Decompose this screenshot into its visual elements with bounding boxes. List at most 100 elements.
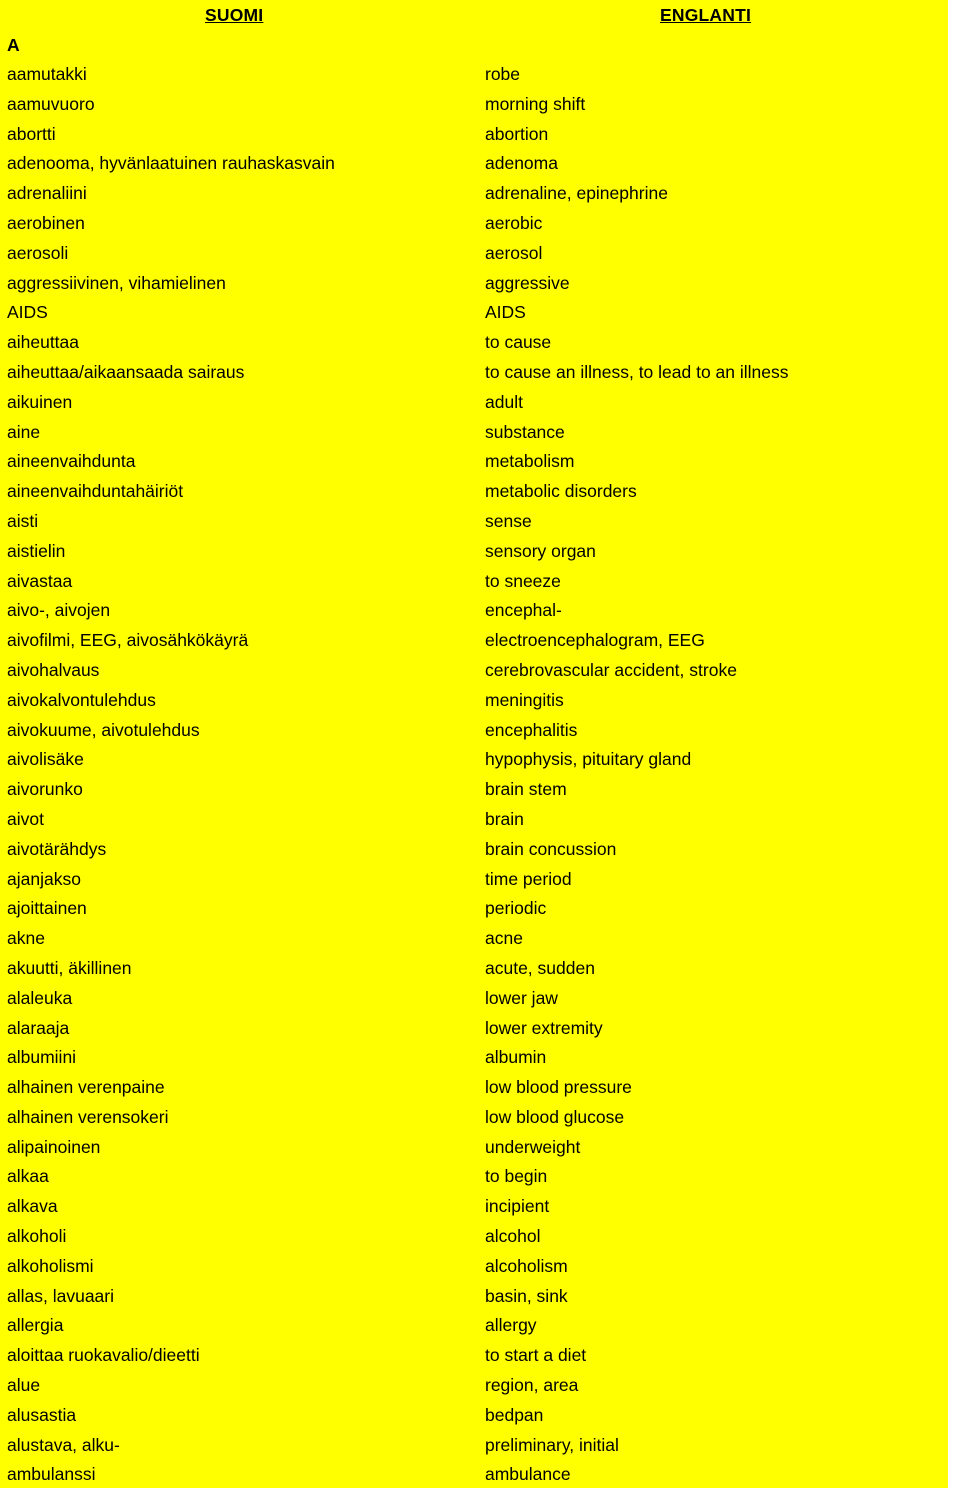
entry-term-english: AIDS xyxy=(485,302,526,323)
glossary-entry-row: aggressiivinen, vihamielinen aggressive xyxy=(0,269,948,299)
entry-term-english: to cause an illness, to lead to an illne… xyxy=(485,361,789,382)
glossary-entry-row: aivokuume, aivotulehdus encephalitis xyxy=(0,716,948,746)
entry-term-finnish: aiheuttaa/aikaansaada sairaus xyxy=(7,361,245,382)
column-header-suomi: SUOMI xyxy=(205,5,264,25)
entry-term-english: albumin xyxy=(485,1047,547,1068)
entry-term-english: ambulance xyxy=(485,1464,571,1485)
entry-term-finnish: alaleuka xyxy=(7,987,73,1008)
entry-term-finnish: aggressiivinen, vihamielinen xyxy=(7,272,226,293)
glossary-entry-row: ambulanssi ambulance xyxy=(0,1460,948,1490)
entry-term-english: incipient xyxy=(485,1196,550,1217)
glossary-entry-row: aerosoli aerosol xyxy=(0,239,948,269)
entry-term-finnish: ambulanssi xyxy=(7,1464,96,1485)
entry-term-english: periodic xyxy=(485,898,547,919)
entry-term-finnish: alkaa xyxy=(7,1166,49,1187)
glossary-entry-row: adenooma, hyvänlaatuinen rauhaskasvain ad… xyxy=(0,149,948,179)
entry-term-finnish: alustava, alku- xyxy=(7,1434,120,1455)
entry-term-finnish: aivolisäke xyxy=(7,749,84,770)
entry-term-finnish: alaraaja xyxy=(7,1017,70,1038)
glossary-entry-row: akne acne xyxy=(0,924,948,954)
glossary-entry-row: alhainen verensokeri low blood glucose xyxy=(0,1103,948,1133)
entry-term-finnish: alipainoinen xyxy=(7,1136,101,1157)
entry-term-finnish: aivorunko xyxy=(7,779,83,800)
entry-term-english: region, area xyxy=(485,1375,579,1396)
entry-term-finnish: aineenvaihdunta xyxy=(7,451,136,472)
entry-term-finnish: adrenaliini xyxy=(7,183,87,204)
glossary-entry-row: ajanjakso time period xyxy=(0,865,948,895)
entry-term-finnish: alue xyxy=(7,1375,41,1396)
entry-term-finnish: ajoittainen xyxy=(7,898,87,919)
entry-term-english: alcohol xyxy=(485,1226,541,1247)
entry-term-finnish: aikuinen xyxy=(7,391,73,412)
glossary-entry-row: alkoholismi alcoholism xyxy=(0,1252,948,1282)
glossary-entry-row: alusastia bedpan xyxy=(0,1401,948,1431)
section-letter-label: A xyxy=(7,35,20,55)
entry-term-english: basin, sink xyxy=(485,1285,568,1306)
glossary-entry-row: aivot brain xyxy=(0,805,948,835)
entry-term-finnish: aivotärähdys xyxy=(7,838,107,859)
entry-term-finnish: alkoholi xyxy=(7,1226,67,1247)
entry-term-finnish: aloittaa ruokavalio/dieetti xyxy=(7,1345,200,1366)
glossary-entry-row: alaleuka lower jaw xyxy=(0,984,948,1014)
entry-term-english: morning shift xyxy=(485,93,586,114)
entry-term-english: alcoholism xyxy=(485,1255,568,1276)
entry-term-english: lower extremity xyxy=(485,1017,603,1038)
entry-term-english: encephalitis xyxy=(485,719,578,740)
entry-term-finnish: allergia xyxy=(7,1315,64,1336)
glossary-entry-row: aikuinen adult xyxy=(0,388,948,418)
entry-term-english: to sneeze xyxy=(485,570,561,591)
entry-term-finnish: aiheuttaa xyxy=(7,332,80,353)
entry-term-english: lower jaw xyxy=(485,987,558,1008)
entry-term-english: meningitis xyxy=(485,689,564,710)
glossary-entry-row: akuutti, äkillinen acute, sudden xyxy=(0,954,948,984)
glossary-entry-row: alipainoinen underweight xyxy=(0,1133,948,1163)
entry-term-english: substance xyxy=(485,421,565,442)
entry-term-english: sense xyxy=(485,510,532,531)
entry-term-finnish: alhainen verenpaine xyxy=(7,1077,165,1098)
entry-term-english: adenoma xyxy=(485,153,558,174)
glossary-entry-row: aiheuttaa to cause xyxy=(0,328,948,358)
glossary-entry-row: alkaa to begin xyxy=(0,1162,948,1192)
entry-term-english: adrenaline, epinephrine xyxy=(485,183,668,204)
entry-term-finnish: aerobinen xyxy=(7,212,85,233)
entry-term-english: robe xyxy=(485,64,521,84)
entry-term-english: adult xyxy=(485,391,523,412)
glossary-entry-row: aamuvuoro morning shift xyxy=(0,90,948,120)
entry-term-finnish: AIDS xyxy=(7,302,48,323)
entry-term-english: preliminary, initial xyxy=(485,1434,619,1455)
entry-term-english: electroencephalogram, EEG xyxy=(485,630,705,651)
entry-term-english: abortion xyxy=(485,123,549,144)
glossary-entry-row: aistielin sensory organ xyxy=(0,537,948,567)
glossary-entry-row: aivorunko brain stem xyxy=(0,775,948,805)
entry-term-finnish: akuutti, äkillinen xyxy=(7,957,132,978)
entry-term-english: metabolic disorders xyxy=(485,481,637,502)
entry-term-english: low blood pressure xyxy=(485,1077,632,1098)
entry-term-finnish: albumiini xyxy=(7,1047,77,1068)
glossary-page: SUOMI ENGLANTI A aamutakki robe aamuvuoro m… xyxy=(0,0,948,1488)
entry-term-finnish: abortti xyxy=(7,123,56,144)
glossary-entry-row: albumiini albumin xyxy=(0,1043,948,1073)
entry-term-finnish: akne xyxy=(7,928,45,949)
glossary-entry-row: aivofilmi, EEG, aivosähkökäyrä electroenc… xyxy=(0,626,948,656)
glossary-entry-row: aamutakki robe xyxy=(0,60,948,90)
glossary-entry-row: alaraaja lower extremity xyxy=(0,1014,948,1044)
entry-term-english: to cause xyxy=(485,332,552,353)
entry-term-finnish: aivot xyxy=(7,808,44,829)
glossary-entry-row: aivotärähdys brain concussion xyxy=(0,835,948,865)
entry-term-finnish: ajanjakso xyxy=(7,868,81,889)
glossary-entry-list: aamutakki robe aamuvuoro morning shift abort… xyxy=(0,60,948,1490)
entry-term-english: low blood glucose xyxy=(485,1106,625,1127)
entry-term-english: hypophysis, pituitary gland xyxy=(485,749,692,770)
glossary-entry-row: aiheuttaa/aikaansaada sairaus to cause an… xyxy=(0,358,948,388)
entry-term-english: aerobic xyxy=(485,212,543,233)
entry-term-finnish: allas, lavuaari xyxy=(7,1285,114,1306)
entry-term-english: to start a diet xyxy=(485,1345,587,1366)
glossary-entry-row: abortti abortion xyxy=(0,120,948,150)
entry-term-finnish: alkoholismi xyxy=(7,1255,94,1276)
glossary-entry-row: alustava, alku-preliminary, initial xyxy=(0,1431,948,1461)
glossary-entry-row: aivokalvontulehdus meningitis xyxy=(0,686,948,716)
entry-term-english: encephal- xyxy=(485,600,562,621)
section-letter-heading: A xyxy=(0,30,948,60)
entry-term-english: brain stem xyxy=(485,779,567,800)
glossary-entry-row: allas, lavuaari basin, sink xyxy=(0,1282,948,1312)
